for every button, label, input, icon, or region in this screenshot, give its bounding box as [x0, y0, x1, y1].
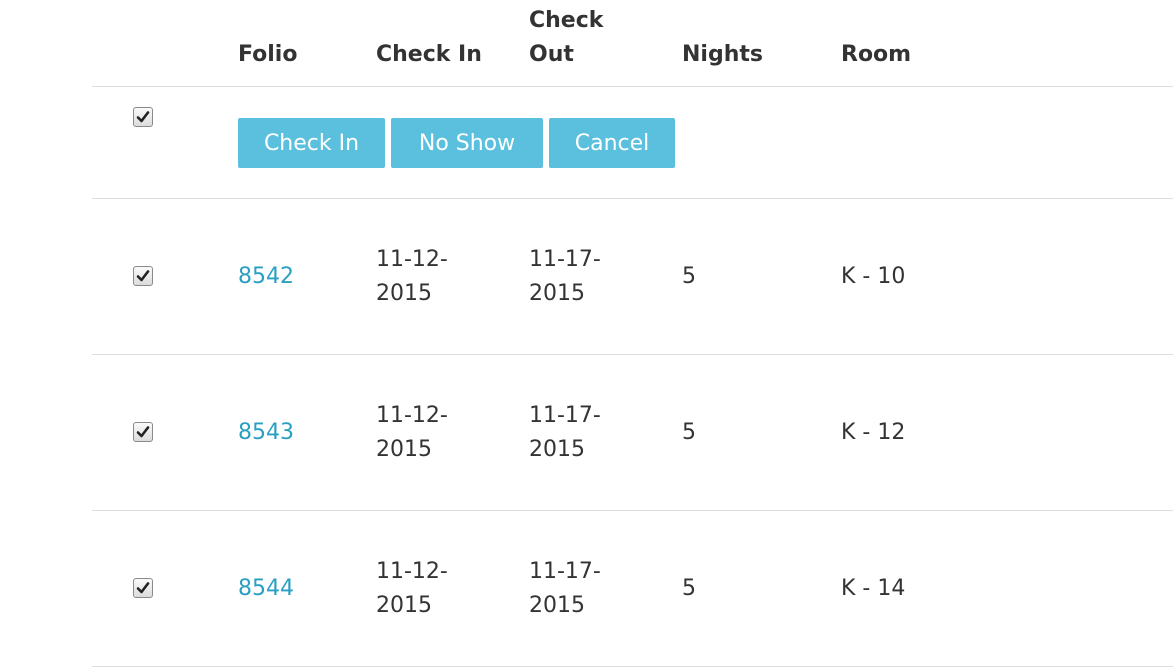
row-checkbox[interactable] — [133, 578, 153, 598]
checkmark-icon — [136, 270, 150, 282]
folio-link[interactable]: 8544 — [238, 572, 294, 606]
check-out-date: 11-17-2015 — [529, 403, 601, 462]
table-row: 8543 11-12-2015 11-17-2015 5 K - 12 — [92, 355, 1173, 511]
nights-value: 5 — [682, 576, 696, 601]
header-folio: Folio — [238, 42, 298, 67]
room-value: K - 12 — [841, 420, 906, 445]
room-value: K - 14 — [841, 576, 906, 601]
bulk-actions-row: Check In No Show Cancel — [92, 87, 1173, 199]
check-in-button[interactable]: Check In — [238, 118, 385, 168]
check-in-date: 11-12-2015 — [376, 403, 448, 462]
header-check-out: Check Out — [529, 8, 604, 67]
check-in-date: 11-12-2015 — [376, 559, 448, 618]
header-nights: Nights — [682, 42, 763, 67]
header-room: Room — [841, 42, 912, 67]
row-checkbox[interactable] — [133, 266, 153, 286]
header-check-in: Check In — [376, 42, 482, 67]
table-row: 8544 11-12-2015 11-17-2015 5 K - 14 — [92, 511, 1173, 667]
folio-link[interactable]: 8543 — [238, 416, 294, 450]
reservations-table: Folio Check In Check Out Nights Room Che… — [92, 0, 1173, 667]
room-value: K - 10 — [841, 264, 906, 289]
bulk-action-buttons: Check In No Show Cancel — [238, 118, 675, 168]
cancel-button[interactable]: Cancel — [549, 118, 675, 168]
checkmark-icon — [136, 111, 150, 123]
folio-link[interactable]: 8542 — [238, 260, 294, 294]
check-in-date: 11-12-2015 — [376, 247, 448, 306]
nights-value: 5 — [682, 420, 696, 445]
table-header-row: Folio Check In Check Out Nights Room — [92, 0, 1173, 87]
checkmark-icon — [136, 426, 150, 438]
check-out-date: 11-17-2015 — [529, 559, 601, 618]
select-all-checkbox[interactable] — [133, 107, 153, 127]
table-row: 8542 11-12-2015 11-17-2015 5 K - 10 — [92, 199, 1173, 355]
check-out-date: 11-17-2015 — [529, 247, 601, 306]
nights-value: 5 — [682, 264, 696, 289]
no-show-button[interactable]: No Show — [391, 118, 543, 168]
row-checkbox[interactable] — [133, 422, 153, 442]
checkmark-icon — [136, 582, 150, 594]
